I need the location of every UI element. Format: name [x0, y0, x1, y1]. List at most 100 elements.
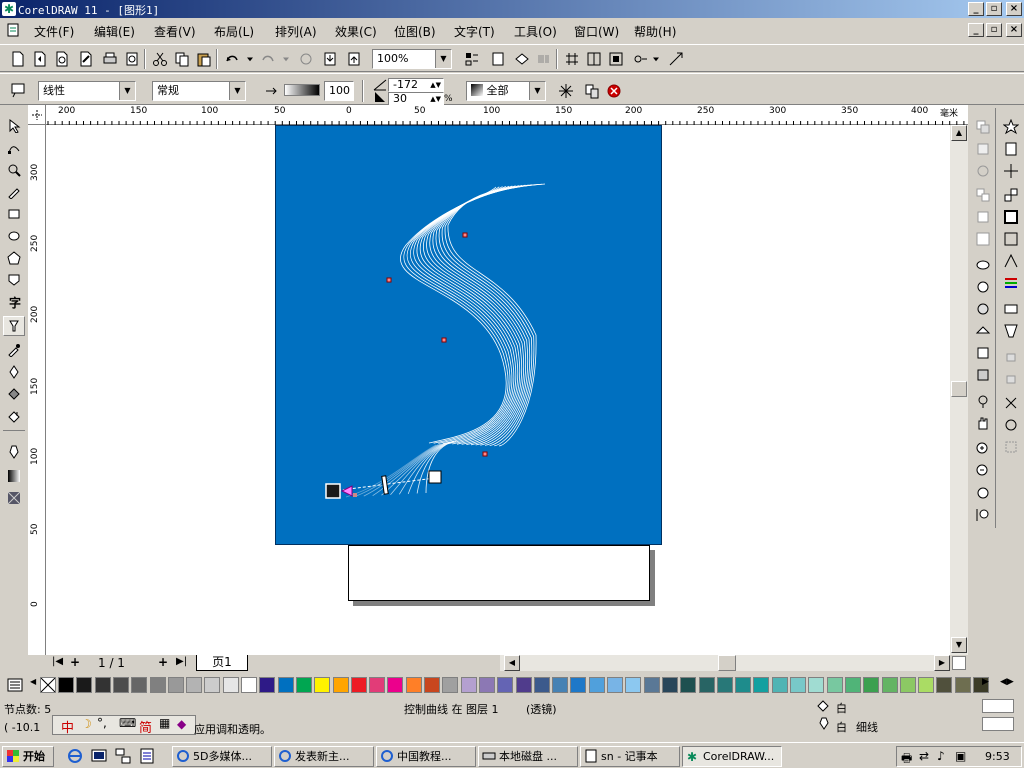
- snap-to-grid-icon[interactable]: [562, 49, 582, 69]
- snap-to-guidelines-icon[interactable]: [584, 49, 604, 69]
- color-swatch[interactable]: [680, 677, 697, 693]
- dock-toggle-icon[interactable]: [666, 49, 686, 69]
- color-swatch[interactable]: [808, 677, 825, 693]
- simplify-icon[interactable]: [974, 322, 992, 340]
- color-swatch[interactable]: [716, 677, 733, 693]
- vertical-ruler[interactable]: 300 250 200 150 100 50 0: [28, 125, 46, 655]
- color-swatch[interactable]: [369, 677, 386, 693]
- scroll-thumb[interactable]: [951, 381, 967, 397]
- color-swatch[interactable]: [771, 677, 788, 693]
- clear-transparency-icon[interactable]: [604, 81, 624, 101]
- color-swatch[interactable]: [112, 677, 129, 693]
- pattern-fill-icon[interactable]: [3, 488, 25, 508]
- undo-dropdown-icon[interactable]: [244, 49, 256, 69]
- color-swatch[interactable]: [735, 677, 752, 693]
- page-setup-icon[interactable]: [1002, 140, 1020, 158]
- angle-input[interactable]: -172 ▲▼: [388, 78, 444, 92]
- color-swatch[interactable]: [241, 677, 257, 693]
- interactive-transparency-tool-icon[interactable]: [3, 316, 25, 336]
- color-swatch[interactable]: [424, 677, 440, 693]
- print-icon[interactable]: [100, 49, 120, 69]
- color-swatch[interactable]: [497, 677, 514, 693]
- midpoint-input[interactable]: 100: [324, 81, 354, 101]
- options-icon[interactable]: [630, 49, 650, 69]
- add-page-after-icon[interactable]: +: [158, 655, 168, 669]
- node-handle[interactable]: [386, 277, 392, 283]
- taskbar-item[interactable]: 5D多媒体...: [172, 746, 272, 767]
- menu-text[interactable]: 文字(T): [454, 23, 495, 40]
- lock-icon[interactable]: [974, 392, 992, 410]
- color-bars-icon[interactable]: [1002, 274, 1020, 292]
- color-swatch[interactable]: [625, 677, 642, 693]
- combine-icon[interactable]: [974, 140, 992, 158]
- notepad-quicklaunch-icon[interactable]: [138, 747, 156, 765]
- color-swatch[interactable]: [899, 677, 916, 693]
- star-icon[interactable]: [1002, 118, 1020, 136]
- fill-color-icon[interactable]: [3, 466, 25, 486]
- start-button[interactable]: 开始: [2, 746, 54, 767]
- color-swatch[interactable]: [826, 677, 843, 693]
- zoom-tool-icon[interactable]: [3, 160, 25, 180]
- taskbar-item[interactable]: sn - 记事本: [580, 746, 680, 767]
- menu-view[interactable]: 查看(V): [154, 23, 196, 40]
- freeze-icon[interactable]: [556, 81, 576, 101]
- palette-scroll-right-icon[interactable]: ▶: [982, 677, 992, 693]
- transparency-mode-select[interactable]: 常规 ▼: [152, 81, 246, 101]
- color-swatch[interactable]: [94, 677, 111, 693]
- color-swatch[interactable]: [204, 677, 221, 693]
- color-swatch[interactable]: [844, 677, 861, 693]
- hand-tool-icon[interactable]: [974, 414, 992, 432]
- menu-help[interactable]: 帮助(H): [634, 23, 676, 40]
- application-launcher-icon[interactable]: [462, 49, 482, 69]
- copy-transparency-icon[interactable]: [582, 81, 602, 101]
- vertical-scrollbar[interactable]: ▲ ▼: [950, 125, 968, 655]
- color-swatch[interactable]: [643, 677, 660, 693]
- new-icon[interactable]: [8, 49, 28, 69]
- color-swatch[interactable]: [698, 677, 715, 693]
- cut-icon[interactable]: [150, 49, 170, 69]
- trim-icon[interactable]: [974, 278, 992, 296]
- add-page-before-icon[interactable]: +: [70, 655, 80, 669]
- zoom-fit-icon[interactable]: [974, 484, 992, 502]
- print-preview-icon[interactable]: [122, 49, 142, 69]
- transparency-type-select[interactable]: 线性 ▼: [38, 81, 136, 101]
- menu-arrange[interactable]: 排列(A): [275, 23, 317, 40]
- color-swatch[interactable]: [936, 677, 953, 693]
- corel-online-icon[interactable]: [488, 49, 508, 69]
- clear-transform-icon[interactable]: [1002, 438, 1020, 456]
- color-swatch[interactable]: [661, 677, 678, 693]
- ime-mode[interactable]: 中: [61, 717, 74, 736]
- color-swatch[interactable]: [552, 677, 569, 693]
- color-swatch[interactable]: [314, 677, 331, 693]
- save-icon[interactable]: [52, 49, 72, 69]
- transparency-preset-icon[interactable]: [8, 80, 28, 100]
- maximize-button[interactable]: ▫: [986, 2, 1002, 16]
- node-handle[interactable]: [441, 337, 447, 343]
- menu-edit[interactable]: 编辑(E): [94, 23, 135, 40]
- frame-icon[interactable]: [1002, 208, 1020, 226]
- menu-file[interactable]: 文件(F): [34, 23, 74, 40]
- color-swatch[interactable]: [405, 677, 422, 693]
- open-icon[interactable]: [30, 49, 50, 69]
- redo-icon[interactable]: [258, 49, 278, 69]
- rectangle-tool-icon[interactable]: [3, 204, 25, 224]
- zoom-level-select[interactable]: 100% ▼: [372, 49, 452, 69]
- scroll-right-icon[interactable]: ▶: [934, 655, 950, 671]
- pick-tool-icon[interactable]: [3, 116, 25, 136]
- size-icon[interactable]: [1002, 230, 1020, 248]
- color-swatch[interactable]: [167, 677, 184, 693]
- midpoint-slider-handle[interactable]: [381, 475, 389, 495]
- ime-toolbar[interactable]: 中 ☽ °, ⌨ 简 ▦ ◆: [52, 715, 196, 736]
- last-page-icon[interactable]: ▶|: [176, 656, 187, 667]
- palette-menu-icon[interactable]: [6, 677, 24, 693]
- color-swatch[interactable]: [131, 677, 148, 693]
- weld-icon[interactable]: [974, 256, 992, 274]
- redo-dropdown-icon[interactable]: [280, 49, 292, 69]
- scroll-down-icon[interactable]: ▼: [951, 637, 967, 653]
- taskbar-item-active[interactable]: ✱ CorelDRAW...: [682, 746, 782, 767]
- color-swatch[interactable]: [442, 677, 459, 693]
- color-swatch[interactable]: [460, 677, 477, 693]
- basic-shapes-tool-icon[interactable]: [3, 270, 25, 290]
- polygon-tool-icon[interactable]: [3, 248, 25, 268]
- color-swatch[interactable]: [76, 677, 93, 693]
